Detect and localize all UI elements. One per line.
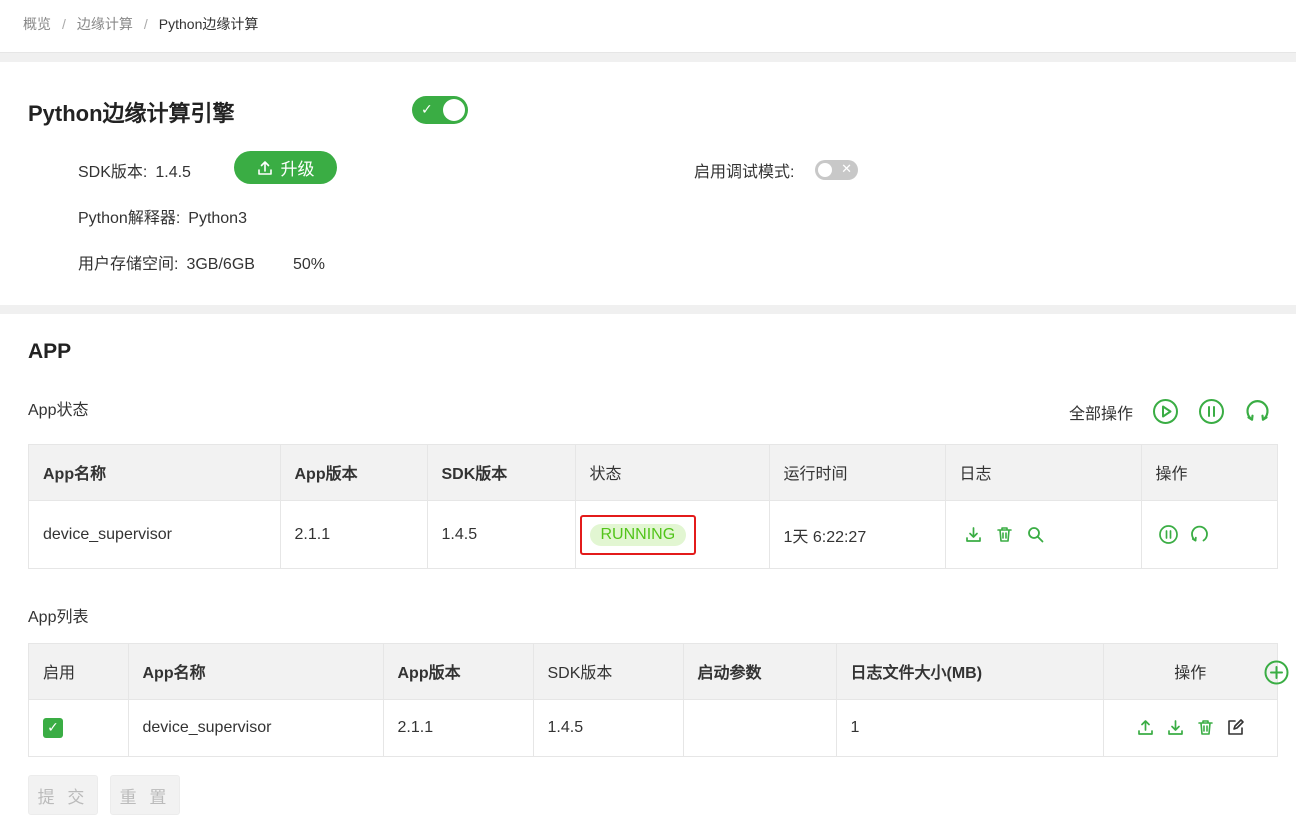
- breadcrumb: 概览 / 边缘计算 / Python边缘计算: [23, 14, 258, 34]
- interpreter-row: Python解释器: Python3: [78, 204, 247, 228]
- restart-icon: [1246, 400, 1269, 421]
- breadcrumb-bar: 概览 / 边缘计算 / Python边缘计算: [0, 0, 1296, 53]
- interpreter-value: Python3: [188, 210, 247, 227]
- all-operations-label: 全部操作: [1069, 405, 1134, 423]
- column-header: App名称: [29, 445, 281, 500]
- app-card: APP App状态 全部操作 App名称 App版本 SDK版本 状态 运行时间…: [0, 314, 1296, 835]
- sdk-version-row: SDK版本: 1.4.5: [78, 158, 191, 182]
- app-list-title: App列表: [28, 609, 89, 626]
- column-header: App名称: [128, 644, 384, 699]
- enable-checkbox[interactable]: ✓: [43, 717, 63, 738]
- column-header: 操作: [1141, 445, 1277, 500]
- storage-label: 用户存储空间:: [78, 256, 179, 273]
- column-header: 运行时间: [769, 445, 946, 500]
- column-header: 操作: [1103, 644, 1277, 699]
- breadcrumb-separator: /: [62, 16, 66, 32]
- app-section-title: APP: [28, 340, 72, 363]
- debug-mode-label: 启用调试模式:: [694, 164, 795, 181]
- list-actions-cell: [1103, 698, 1277, 756]
- upload-icon: [257, 160, 272, 175]
- reset-button[interactable]: 重 置: [110, 775, 180, 815]
- app-actions-cell: [1141, 499, 1277, 569]
- upgrade-button[interactable]: 升级: [234, 151, 337, 184]
- search-icon[interactable]: [1026, 525, 1045, 544]
- log-actions-cell: [945, 499, 1142, 569]
- column-header: 启用: [29, 644, 129, 699]
- start-all-button[interactable]: [1152, 398, 1179, 425]
- pause-circle-icon[interactable]: [1158, 524, 1179, 545]
- sdk-version-cell: 1.4.5: [427, 499, 576, 569]
- delete-icon[interactable]: [995, 525, 1014, 544]
- table-row: ✓ device_supervisor 2.1.1 1.4.5 1: [29, 698, 1277, 756]
- column-header: App版本: [383, 644, 534, 699]
- runtime-cell: 1天 6:22:27: [769, 499, 946, 569]
- app-status-title: App状态: [28, 402, 89, 419]
- add-app-icon[interactable]: [1264, 660, 1289, 685]
- column-header: 启动参数: [683, 644, 837, 699]
- app-list-table: 启用 App名称 App版本 SDK版本 启动参数 日志文件大小(MB) 操作 …: [29, 644, 1277, 756]
- app-version-cell: 2.1.1: [383, 698, 534, 756]
- app-name-cell: device_supervisor: [128, 698, 384, 756]
- download-icon[interactable]: [1166, 718, 1185, 737]
- restart-icon[interactable]: [1189, 524, 1210, 545]
- status-cell: RUNNING: [575, 499, 770, 569]
- interpreter-label: Python解释器:: [78, 210, 181, 227]
- app-status-table: App名称 App版本 SDK版本 状态 运行时间 日志 操作 device_s…: [29, 445, 1277, 569]
- pause-circle-icon: [1199, 399, 1225, 424]
- download-icon[interactable]: [964, 525, 983, 544]
- breadcrumb-item-edge-computing[interactable]: 边缘计算: [77, 14, 133, 34]
- storage-row: 用户存储空间: 3GB/6GB 50%: [78, 250, 325, 274]
- table-header-row: App名称 App版本 SDK版本 状态 运行时间 日志 操作: [29, 445, 1277, 500]
- restart-all-button[interactable]: [1244, 398, 1271, 425]
- start-params-cell: [683, 698, 837, 756]
- edit-icon[interactable]: [1226, 718, 1245, 737]
- close-icon: ✕: [841, 161, 852, 176]
- pause-all-button[interactable]: [1198, 398, 1225, 425]
- status-highlight-box: RUNNING: [579, 514, 697, 555]
- upload-icon[interactable]: [1136, 718, 1155, 737]
- toggle-knob: [818, 163, 832, 177]
- table-row: device_supervisor 2.1.1 1.4.5 RUNNING 1天…: [29, 499, 1277, 569]
- engine-enable-toggle[interactable]: ✓: [412, 96, 468, 124]
- debug-mode-toggle[interactable]: ✕: [815, 160, 858, 180]
- table-header-row: 启用 App名称 App版本 SDK版本 启动参数 日志文件大小(MB) 操作: [29, 644, 1277, 699]
- column-header: 状态: [575, 445, 770, 500]
- sdk-version-value: 1.4.5: [155, 164, 191, 181]
- sdk-version-label: SDK版本:: [78, 164, 148, 181]
- engine-title: Python边缘计算引擎: [28, 101, 235, 126]
- submit-button[interactable]: 提 交: [28, 775, 98, 815]
- breadcrumb-item-overview[interactable]: 概览: [23, 14, 51, 34]
- column-header: SDK版本: [533, 644, 684, 699]
- play-circle-icon: [1153, 399, 1179, 424]
- all-operations: 全部操作: [1069, 398, 1271, 425]
- toggle-knob: [443, 99, 465, 121]
- sdk-version-cell: 1.4.5: [533, 698, 684, 756]
- status-badge: RUNNING: [589, 523, 687, 546]
- column-header: App版本: [280, 445, 428, 500]
- engine-card: Python边缘计算引擎 ✓ SDK版本: 1.4.5 升级 Python解释器:…: [0, 62, 1296, 305]
- check-icon: ✓: [421, 101, 433, 117]
- upgrade-button-label: 升级: [280, 160, 315, 179]
- log-size-cell: 1: [836, 698, 1104, 756]
- app-name-cell: device_supervisor: [29, 499, 281, 569]
- storage-percent: 50%: [292, 256, 325, 273]
- app-version-cell: 2.1.1: [280, 499, 428, 569]
- storage-value: 3GB/6GB: [186, 256, 255, 273]
- enable-cell: ✓: [29, 698, 129, 756]
- delete-icon[interactable]: [1196, 718, 1215, 737]
- column-header: 日志文件大小(MB): [836, 644, 1104, 699]
- column-header: SDK版本: [427, 445, 576, 500]
- column-header: 日志: [945, 445, 1142, 500]
- breadcrumb-separator: /: [143, 16, 148, 32]
- breadcrumb-item-python-edge: Python边缘计算: [158, 16, 259, 32]
